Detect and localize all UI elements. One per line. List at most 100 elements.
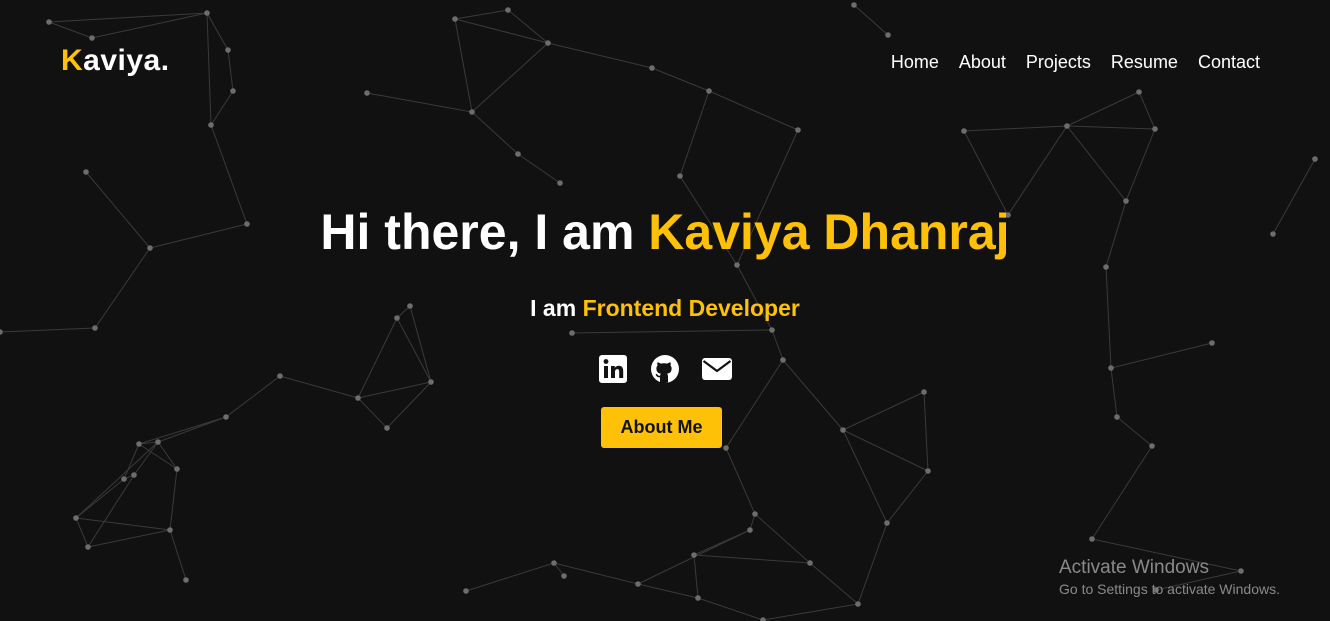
network-edge	[206, 12, 229, 51]
hero-name: Kaviya Dhanraj	[648, 204, 1010, 260]
network-edge	[1116, 416, 1153, 447]
watermark-subtitle: Go to Settings to activate Windows.	[1059, 581, 1280, 597]
network-node	[706, 88, 712, 94]
network-edge	[227, 49, 234, 92]
hero-subtitle-prefix: I am	[530, 295, 583, 321]
network-node	[557, 180, 563, 186]
network-node	[769, 327, 775, 333]
social-links	[0, 354, 1330, 384]
network-edge	[637, 583, 699, 599]
network-node	[691, 552, 697, 558]
network-node	[677, 173, 683, 179]
github-icon[interactable]	[650, 354, 680, 384]
nav-about[interactable]: About	[959, 52, 1006, 73]
network-edge	[1066, 91, 1140, 127]
network-node	[1103, 264, 1109, 270]
network-edge	[886, 470, 929, 524]
network-node	[1152, 126, 1158, 132]
network-edge	[48, 21, 93, 39]
network-node	[73, 515, 79, 521]
network-node	[183, 577, 189, 583]
network-edge	[708, 90, 799, 131]
network-node	[155, 439, 161, 445]
network-node	[167, 527, 173, 533]
network-edge	[471, 111, 519, 155]
about-me-button[interactable]: About Me	[601, 407, 722, 448]
network-edge	[471, 42, 549, 113]
network-node	[921, 389, 927, 395]
network-edge	[553, 562, 639, 585]
network-edge	[75, 441, 159, 519]
network-edge	[366, 92, 473, 113]
network-edge	[157, 416, 227, 443]
network-node	[1114, 414, 1120, 420]
network-node	[1209, 340, 1215, 346]
network-edge	[1066, 125, 1156, 130]
network-edge	[842, 429, 929, 472]
network-node	[364, 90, 370, 96]
network-node	[795, 127, 801, 133]
network-edge	[169, 529, 187, 581]
hero-role: Frontend Developer	[582, 295, 800, 321]
network-node	[1089, 536, 1095, 542]
network-edge	[842, 429, 888, 524]
network-edge	[1125, 128, 1156, 202]
network-edge	[651, 67, 710, 92]
nav-home[interactable]: Home	[891, 52, 939, 73]
network-edge	[454, 18, 473, 113]
network-edge	[517, 153, 561, 184]
network-edge	[157, 441, 178, 470]
page: Kaviya. Home About Projects Resume Conta…	[0, 0, 1330, 621]
network-edge	[465, 562, 555, 592]
network-edge	[210, 90, 234, 126]
network-edge	[169, 468, 178, 531]
network-node	[851, 2, 857, 8]
network-edge	[762, 603, 859, 621]
network-edge	[75, 478, 125, 519]
network-edge	[0, 327, 96, 333]
network-node	[355, 395, 361, 401]
network-node	[807, 560, 813, 566]
network-edge	[1091, 445, 1153, 540]
network-edge	[138, 416, 227, 445]
network-edge	[138, 443, 178, 470]
network-node	[840, 427, 846, 433]
envelope-icon[interactable]	[702, 354, 732, 384]
linkedin-icon[interactable]	[598, 354, 628, 384]
network-node	[223, 414, 229, 420]
network-edge	[206, 12, 212, 126]
network-node	[1149, 443, 1155, 449]
network-edge	[1066, 125, 1127, 202]
nav-resume[interactable]: Resume	[1111, 52, 1178, 73]
network-node	[1136, 89, 1142, 95]
network-node	[452, 16, 458, 22]
network-edge	[454, 9, 509, 20]
network-node	[0, 329, 3, 335]
network-edge	[842, 391, 925, 431]
network-node	[635, 581, 641, 587]
network-edge	[963, 125, 1068, 132]
network-node	[723, 445, 729, 451]
network-edge	[357, 397, 388, 429]
network-edge	[725, 447, 756, 515]
network-node	[884, 520, 890, 526]
network-edge	[48, 12, 208, 23]
network-edge	[697, 597, 764, 621]
network-edge	[386, 381, 432, 429]
network-node	[174, 466, 180, 472]
network-node	[92, 325, 98, 331]
network-node	[1312, 156, 1318, 162]
network-node	[463, 588, 469, 594]
network-edge	[547, 42, 653, 69]
hero-subtitle: I am Frontend Developer	[0, 295, 1330, 322]
network-node	[230, 88, 236, 94]
main-nav: Home About Projects Resume Contact	[891, 52, 1260, 73]
nav-projects[interactable]: Projects	[1026, 52, 1091, 73]
brand-logo[interactable]: Kaviya.	[61, 44, 170, 78]
network-edge	[87, 529, 171, 548]
network-node	[734, 262, 740, 268]
nav-contact[interactable]: Contact	[1198, 52, 1260, 73]
network-node	[225, 47, 231, 53]
network-node	[855, 601, 861, 607]
network-edge	[1007, 125, 1068, 216]
